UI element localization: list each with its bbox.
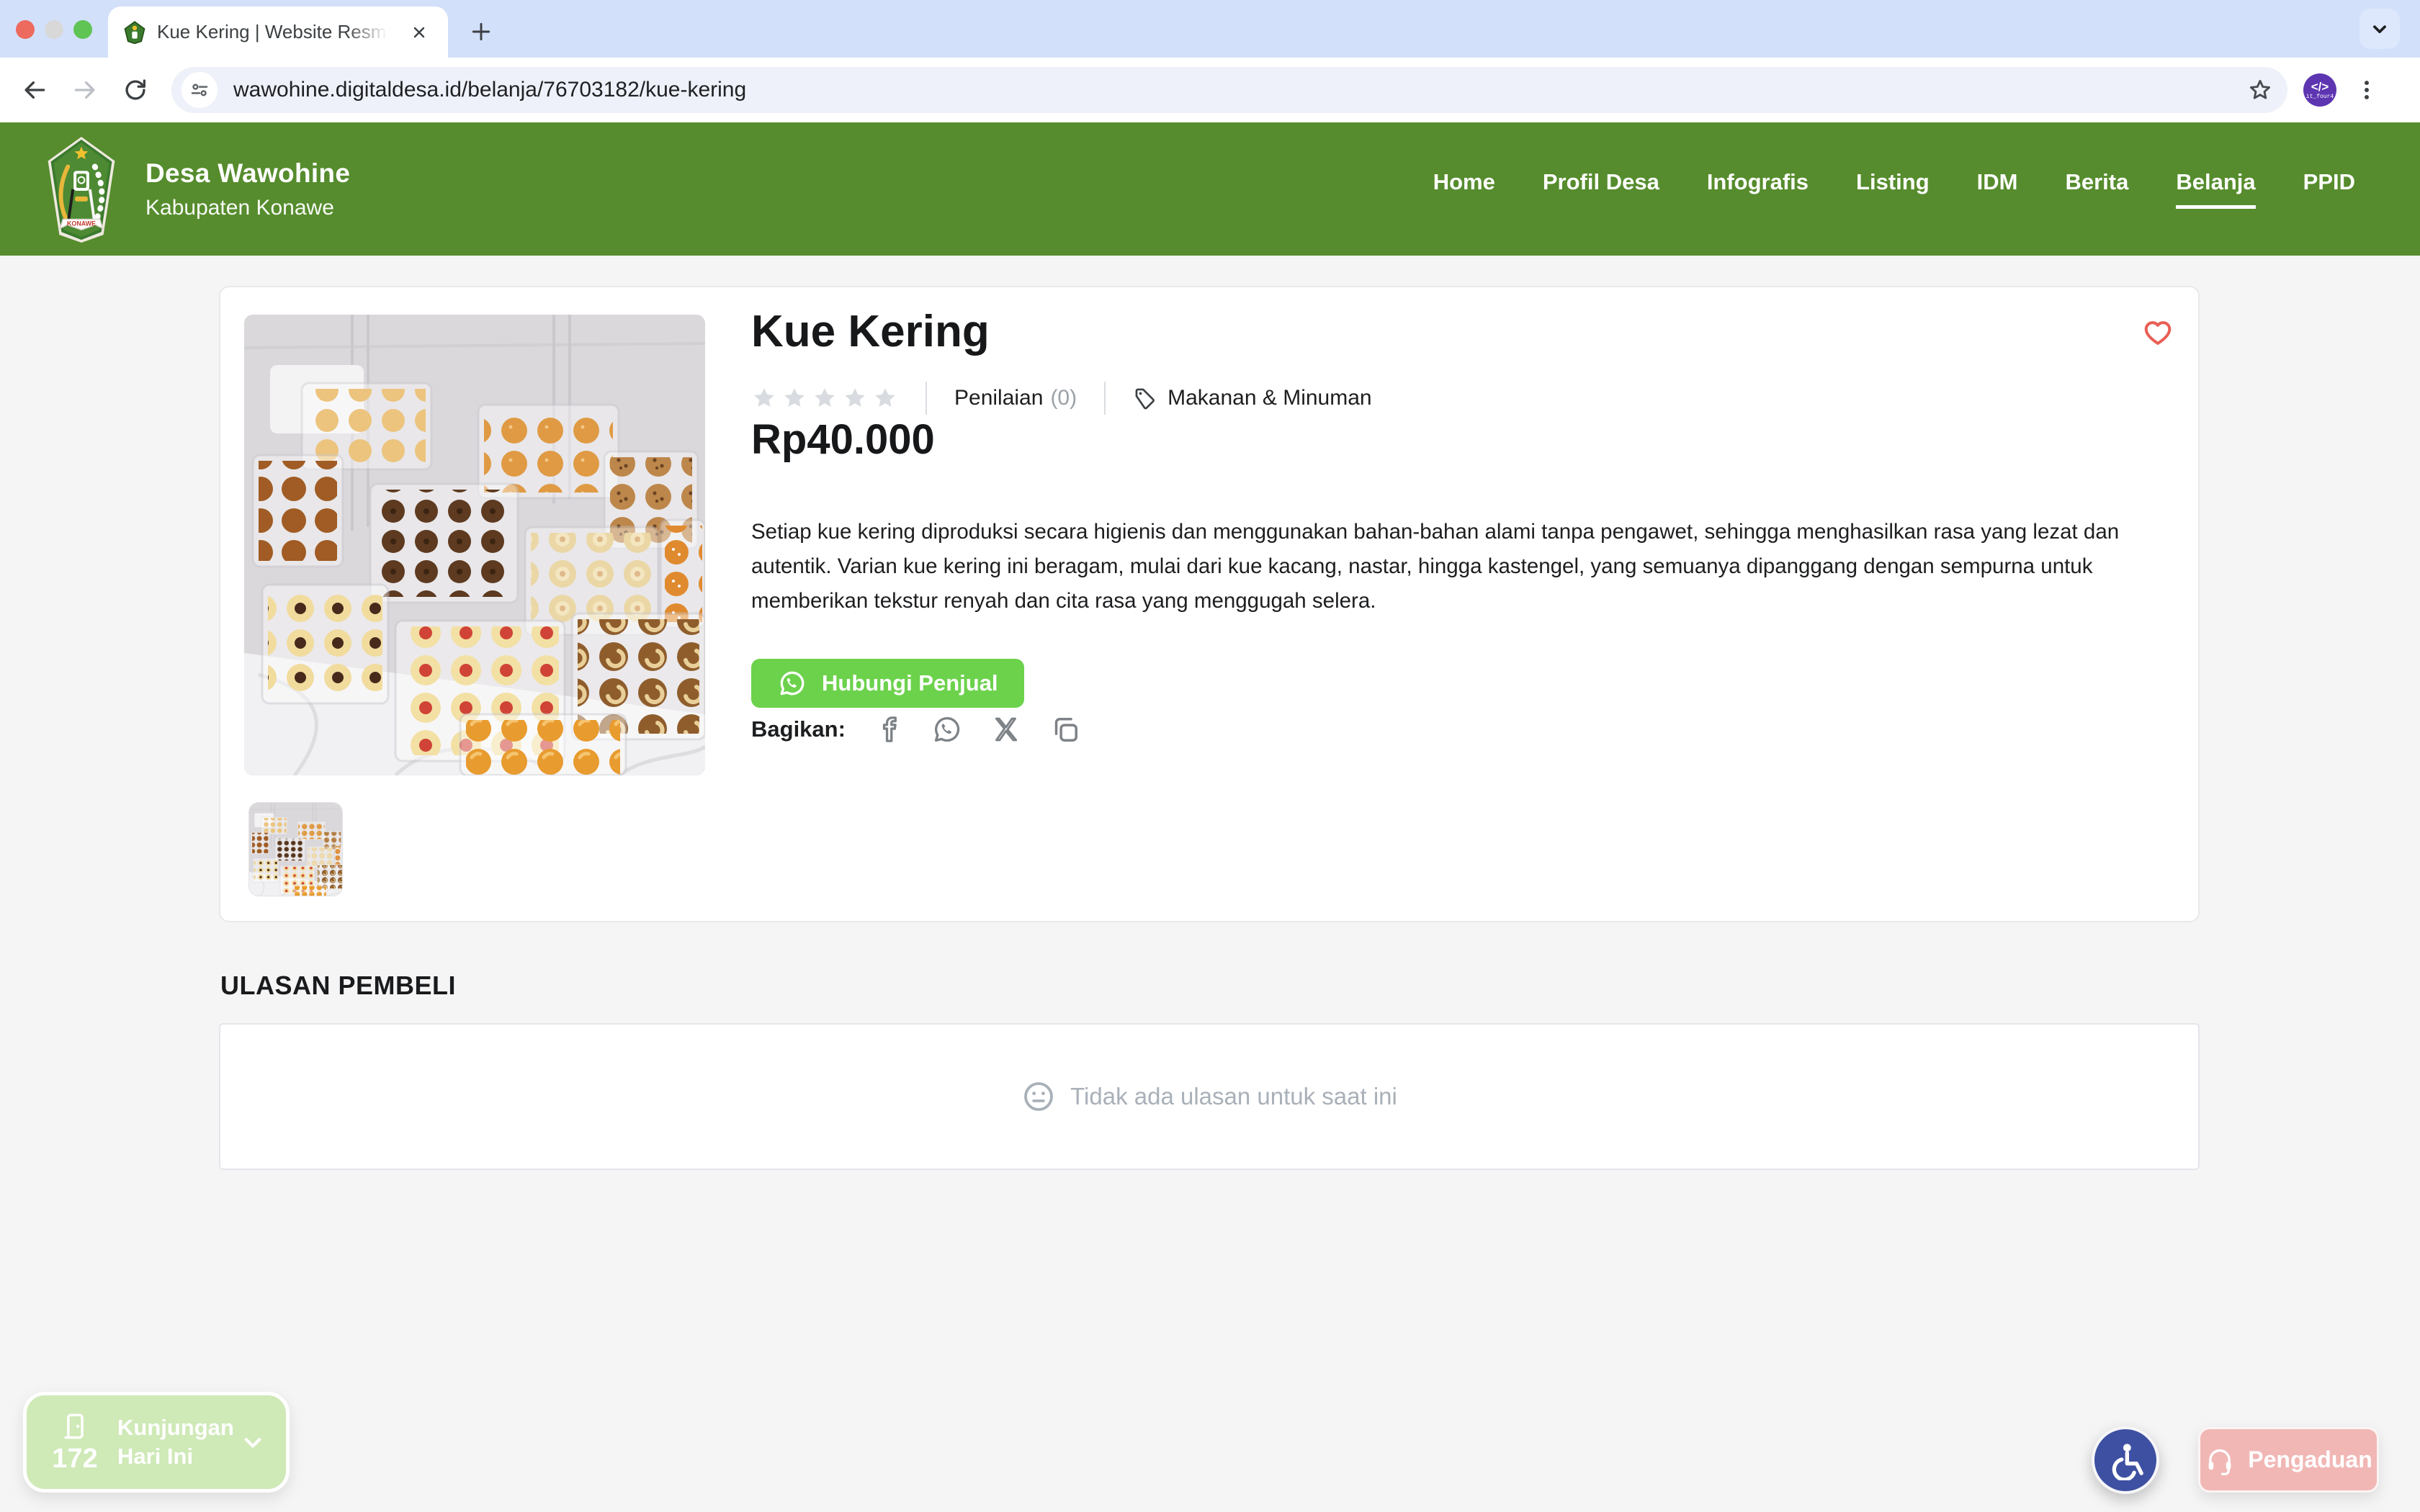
tab-search-button[interactable] [2360, 9, 2400, 49]
x-icon [991, 714, 1021, 744]
tag-icon [1133, 386, 1157, 410]
product-card: Kue Kering Penilaian (0) Makanan & Minum… [219, 286, 2200, 922]
favorite-button[interactable] [2139, 313, 2177, 351]
product-thumbnail[interactable] [248, 802, 343, 896]
rating-label: Penilaian [954, 386, 1043, 410]
nav-item-idm[interactable]: IDM [1977, 169, 2018, 209]
share-row: Bagikan: [751, 711, 1082, 748]
nav-item-infografis[interactable]: Infografis [1707, 169, 1809, 209]
reviews-empty-state: Tidak ada ulasan untuk saat ini [219, 1023, 2200, 1170]
visits-label: Kunjungan Hari Ini [117, 1413, 234, 1471]
bookmark-star-icon[interactable] [2243, 73, 2277, 107]
divider [1104, 382, 1106, 415]
new-tab-button[interactable] [464, 14, 498, 49]
tab-close-icon[interactable] [406, 19, 432, 45]
browser-tab[interactable]: Kue Kering | Website Resmi D [108, 6, 448, 58]
zoom-window-button[interactable] [73, 20, 92, 39]
nav-item-ppid[interactable]: PPID [2303, 169, 2355, 209]
browser-tab-strip: Kue Kering | Website Resmi D [0, 0, 2420, 58]
star-icon [781, 385, 807, 411]
forward-button[interactable] [66, 71, 104, 109]
nav-item-profil-desa[interactable]: Profil Desa [1543, 169, 1659, 209]
main-navigation: Home Profil Desa Infografis Listing IDM … [1433, 169, 2355, 209]
copy-icon [1049, 714, 1081, 745]
share-label: Bagikan: [751, 716, 846, 742]
address-bar[interactable]: wawohine.digitaldesa.id/belanja/76703182… [171, 67, 2287, 113]
whatsapp-icon [777, 668, 807, 698]
browser-menu-button[interactable] [2351, 74, 2383, 106]
divider [926, 382, 927, 415]
wheelchair-icon [2105, 1440, 2146, 1480]
product-image[interactable] [244, 315, 705, 775]
star-icon [842, 385, 868, 411]
village-logo[interactable]: KONAWE [45, 135, 118, 243]
nav-item-berita[interactable]: Berita [2065, 169, 2128, 209]
site-subtitle: Kabupaten Konawe [145, 196, 350, 220]
heart-icon [2141, 315, 2174, 348]
plus-icon [470, 20, 493, 43]
product-meta-row: Penilaian (0) Makanan & Minuman [751, 379, 1372, 417]
nav-item-listing[interactable]: Listing [1856, 169, 1930, 209]
rating-stars [751, 385, 898, 411]
star-icon [812, 385, 838, 411]
share-whatsapp-button[interactable] [931, 713, 964, 746]
facebook-icon [872, 714, 904, 745]
chevron-down-icon[interactable] [237, 1426, 269, 1458]
close-window-button[interactable] [16, 20, 35, 39]
contact-seller-button[interactable]: Hubungi Penjual [751, 659, 1024, 708]
product-category[interactable]: Makanan & Minuman [1133, 386, 1371, 410]
complaint-button[interactable]: Pengaduan [2198, 1427, 2379, 1493]
chevron-down-icon [2367, 17, 2392, 41]
site-favicon [124, 21, 145, 44]
rating-count: (0) [1050, 386, 1077, 410]
site-settings-icon[interactable] [182, 72, 218, 108]
share-x-button[interactable] [990, 713, 1023, 746]
product-title: Kue Kering [751, 306, 990, 357]
visits-count: 172 [52, 1444, 97, 1475]
profile-avatar[interactable]: </> it_four4 [2303, 73, 2336, 107]
door-icon [59, 1410, 91, 1442]
back-button[interactable] [16, 71, 53, 109]
kebab-menu-icon [2354, 78, 2379, 102]
reload-button[interactable] [117, 71, 154, 109]
site-name: Desa Wawohine [145, 158, 350, 189]
whatsapp-icon [931, 714, 963, 745]
nav-item-home[interactable]: Home [1433, 169, 1495, 209]
complaint-label: Pengaduan [2248, 1446, 2372, 1473]
product-description: Setiap kue kering diproduksi secara higi… [751, 515, 2183, 618]
neutral-face-icon [1021, 1079, 1056, 1114]
share-facebook-button[interactable] [871, 713, 905, 746]
headset-icon [2205, 1445, 2235, 1475]
star-icon [751, 385, 777, 411]
logo-banner-text: KONAWE [67, 220, 96, 227]
reviews-heading: ULASAN PEMBELI [220, 971, 456, 1001]
accessibility-button[interactable] [2092, 1426, 2159, 1494]
category-label: Makanan & Minuman [1168, 386, 1371, 410]
visits-widget[interactable]: 172 Kunjungan Hari Ini [23, 1392, 290, 1493]
tab-title: Kue Kering | Website Resmi D [157, 21, 387, 43]
star-icon [872, 385, 898, 411]
visits-count-block: 172 [44, 1410, 106, 1475]
site-titles: Desa Wawohine Kabupaten Konawe [145, 158, 350, 220]
nav-item-belanja[interactable]: Belanja [2176, 169, 2255, 209]
copy-link-button[interactable] [1049, 713, 1082, 746]
contact-seller-label: Hubungi Penjual [822, 670, 998, 696]
product-price: Rp40.000 [751, 415, 935, 464]
reviews-empty-message: Tidak ada ulasan untuk saat ini [1070, 1083, 1397, 1110]
browser-window: Kue Kering | Website Resmi D [0, 0, 2420, 1512]
site-header: KONAWE Desa Wawohine Kabupaten Konawe Ho… [0, 122, 2420, 256]
minimize-window-button[interactable] [45, 20, 63, 39]
window-controls[interactable] [16, 20, 92, 39]
browser-toolbar: wawohine.digitaldesa.id/belanja/76703182… [0, 58, 2420, 122]
url-text[interactable]: wawohine.digitaldesa.id/belanja/76703182… [233, 78, 2243, 102]
